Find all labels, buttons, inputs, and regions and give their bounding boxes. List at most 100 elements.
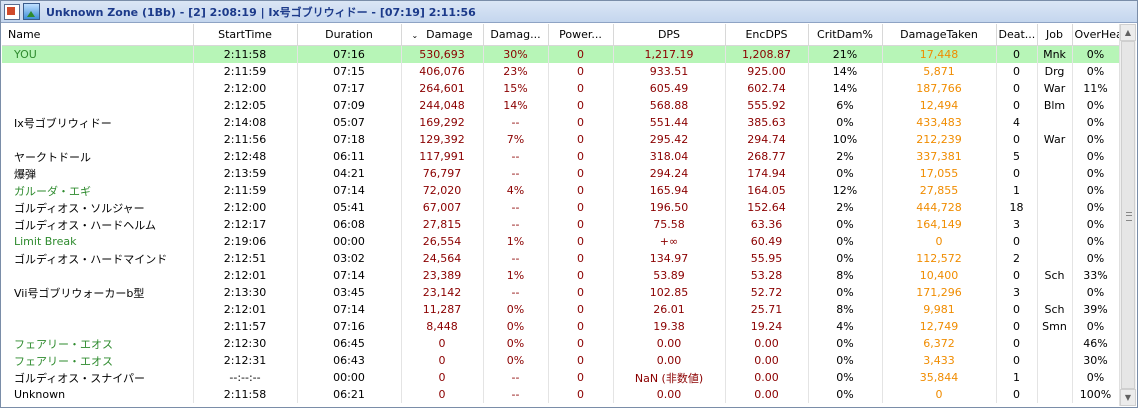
cell-damage: 0: [401, 386, 484, 403]
col-header-job[interactable]: Job: [1037, 24, 1073, 46]
table-row[interactable]: Unknown 2:11:58 06:21 0 -- 0 0.00 0.00 0% 0 0 100%: [2, 386, 1119, 403]
cell-damagetaken: 433,483: [882, 114, 997, 131]
table-row[interactable]: ガルーダ・エギ 2:11:59 07:14 72,020 4% 0 165.94 164.05…: [2, 182, 1119, 199]
cell-deaths: 0: [996, 267, 1038, 284]
cell-critdam: 8%: [808, 267, 883, 284]
cell-starttime: 2:12:01: [193, 267, 298, 284]
window-title: Unknown Zone (1Bb) - [2] 2:08:19 | Ix号ゴブ…: [46, 5, 476, 19]
cell-damage-pct: --: [483, 165, 549, 182]
table-row[interactable]: 2:11:56 07:18 129,392 7% 0 295.42 294.74 10% 212…: [2, 131, 1119, 148]
scrollbar-thumb[interactable]: [1121, 41, 1135, 389]
cell-damagetaken: 112,572: [882, 250, 997, 267]
cell-name: [2, 301, 194, 318]
scroll-down-arrow-icon[interactable]: ▼: [1120, 389, 1136, 406]
table-row[interactable]: YOU 2:11:58 07:16 530,693 30% 0 1,217.19 1,208.…: [2, 45, 1119, 63]
table-row[interactable]: ゴルディオス・ハードヘルム 2:12:17 06:08 27,815 -- 0 75.58 6…: [2, 216, 1119, 233]
cell-dps: 605.49: [613, 80, 726, 97]
col-header-overhealpct[interactable]: OverHealPct: [1072, 24, 1119, 46]
col-header-dps[interactable]: DPS: [613, 24, 726, 46]
table-row[interactable]: 2:11:57 07:16 8,448 0% 0 19.38 19.24 4% 12,749 0 S…: [2, 318, 1119, 335]
cell-dps: 19.38: [613, 318, 726, 335]
cell-damage: 406,076: [401, 63, 484, 80]
table-row[interactable]: フェアリー・エオス 2:12:31 06:43 0 0% 0 0.00 0.00 0% 3,433…: [2, 352, 1119, 369]
cell-dps: 551.44: [613, 114, 726, 131]
cell-duration: 07:15: [297, 63, 402, 80]
table-row[interactable]: 2:12:00 07:17 264,601 15% 0 605.49 602.74 14% 18…: [2, 80, 1119, 97]
cell-starttime: 2:12:01: [193, 301, 298, 318]
cell-power: 0: [548, 97, 614, 114]
table-row[interactable]: ゴルディオス・ソルジャー 2:12:00 05:41 67,007 -- 0 196.50 1…: [2, 199, 1119, 216]
table-row[interactable]: 2:12:05 07:09 244,048 14% 0 568.88 555.92 6% 12,…: [2, 97, 1119, 114]
cell-name: フェアリー・エオス: [2, 335, 194, 352]
app-menu-icon[interactable]: [4, 3, 20, 20]
col-header-starttime[interactable]: StartTime: [193, 24, 298, 46]
combat-table: Name StartTime Duration ⌄ Damage Damag...…: [2, 24, 1119, 406]
cell-damage: 0: [401, 369, 484, 386]
cell-encdps: 0.00: [725, 335, 809, 352]
cell-deaths: 3: [996, 284, 1038, 301]
table-row[interactable]: 2:12:01 07:14 23,389 1% 0 53.89 53.28 8% 10,400 0…: [2, 267, 1119, 284]
cell-starttime: 2:11:57: [193, 318, 298, 335]
cell-damage-pct: --: [483, 386, 549, 403]
col-header-power[interactable]: Power...: [548, 24, 614, 46]
cell-dps: 295.42: [613, 131, 726, 148]
table-row[interactable]: 2:12:01 07:14 11,287 0% 0 26.01 25.71 8% 9,981 0 S…: [2, 301, 1119, 318]
cell-deaths: 18: [996, 199, 1038, 216]
cell-duration: 07:14: [297, 182, 402, 199]
cell-damage: 244,048: [401, 97, 484, 114]
table-row[interactable]: フェアリー・エオス 2:12:30 06:45 0 0% 0 0.00 0.00 0% 6,372…: [2, 335, 1119, 352]
col-header-deaths[interactable]: Deat...: [996, 24, 1038, 46]
col-header-name[interactable]: Name: [2, 24, 194, 46]
table-row[interactable]: 爆弾 2:13:59 04:21 76,797 -- 0 294.24 174.94 0% 17,…: [2, 165, 1119, 182]
cell-name: ゴルディオス・ハードマインド: [2, 250, 194, 267]
col-header-damage[interactable]: ⌄ Damage: [401, 24, 484, 46]
cell-critdam: 4%: [808, 318, 883, 335]
cell-job: [1037, 182, 1073, 199]
table-row[interactable]: ゴルディオス・スナイパー --:--:-- 00:00 0 -- 0 NaN (非数値) 0.…: [2, 369, 1119, 386]
col-header-duration[interactable]: Duration: [297, 24, 402, 46]
cell-name: [2, 131, 194, 148]
table-row[interactable]: Vii号ゴブリウォーカーb型 2:13:30 03:45 23,142 -- 0 102.8…: [2, 284, 1119, 301]
scroll-up-arrow-icon[interactable]: ▲: [1120, 24, 1136, 41]
cell-damage: 0: [401, 335, 484, 352]
col-header-damagetaken[interactable]: DamageTaken: [882, 24, 997, 46]
cell-starttime: 2:12:48: [193, 148, 298, 165]
col-header-critdam[interactable]: CritDam%: [808, 24, 883, 46]
table-row[interactable]: ゴルディオス・ハードマインド 2:12:51 03:02 24,564 -- 0 134.9…: [2, 250, 1119, 267]
cell-encdps: 55.95: [725, 250, 809, 267]
cell-damagetaken: 35,844: [882, 369, 997, 386]
cell-deaths: 1: [996, 369, 1038, 386]
cell-damagetaken: 12,749: [882, 318, 997, 335]
cell-name: [2, 97, 194, 114]
picture-icon[interactable]: [23, 3, 40, 20]
cell-job: [1037, 165, 1073, 182]
cell-encdps: 0.00: [725, 369, 809, 386]
cell-duration: 03:45: [297, 284, 402, 301]
vertical-scrollbar[interactable]: ▲ ▼: [1119, 24, 1136, 406]
table-row[interactable]: ヤークトドール 2:12:48 06:11 117,991 -- 0 318.04 268.7…: [2, 148, 1119, 165]
cell-deaths: 0: [996, 80, 1038, 97]
cell-damagetaken: 27,855: [882, 182, 997, 199]
cell-damage-pct: 0%: [483, 335, 549, 352]
cell-damage: 72,020: [401, 182, 484, 199]
cell-overhealpct: 0%: [1072, 182, 1119, 199]
cell-job: Blm: [1037, 97, 1073, 114]
col-header-damage-pct[interactable]: Damag...: [483, 24, 549, 46]
cell-overhealpct: 11%: [1072, 80, 1119, 97]
cell-encdps: 925.00: [725, 63, 809, 80]
cell-power: 0: [548, 386, 614, 403]
cell-damagetaken: 10,400: [882, 267, 997, 284]
table-row[interactable]: Limit Break 2:19:06 00:00 26,554 1% 0 +∞ 60.49 0…: [2, 233, 1119, 250]
cell-job: [1037, 250, 1073, 267]
table-row[interactable]: 2:11:59 07:15 406,076 23% 0 933.51 925.00 14% 5,…: [2, 63, 1119, 80]
cell-critdam: 0%: [808, 233, 883, 250]
cell-encdps: 53.28: [725, 267, 809, 284]
cell-damage-pct: 0%: [483, 301, 549, 318]
cell-duration: 06:08: [297, 216, 402, 233]
cell-deaths: 0: [996, 301, 1038, 318]
cell-damage-pct: 1%: [483, 267, 549, 284]
col-header-encdps[interactable]: EncDPS: [725, 24, 809, 46]
cell-starttime: 2:12:30: [193, 335, 298, 352]
cell-damage-pct: --: [483, 284, 549, 301]
table-row[interactable]: Ix号ゴブリウィドー 2:14:08 05:07 169,292 -- 0 551.44 38…: [2, 114, 1119, 131]
